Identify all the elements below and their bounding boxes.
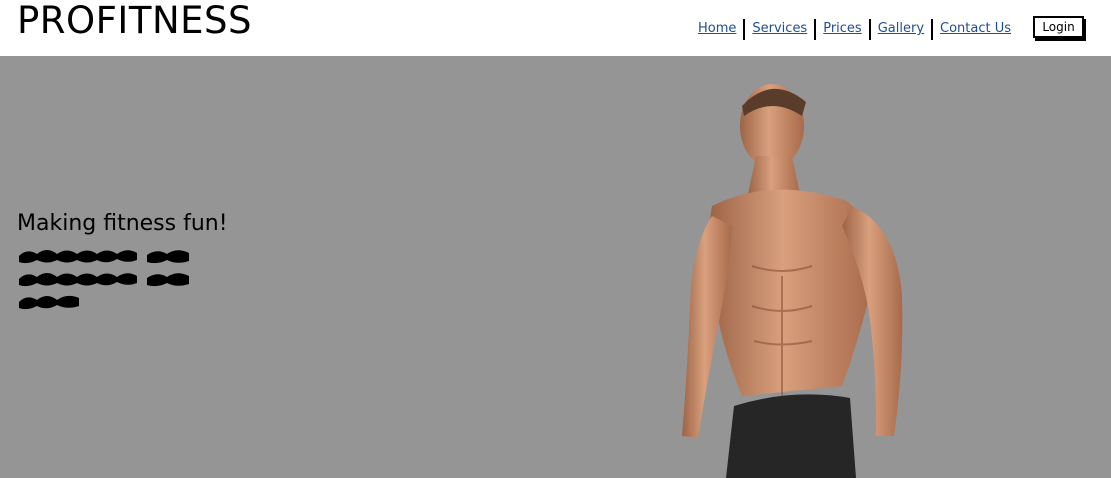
fitness-model-image <box>682 84 903 478</box>
brand-logo[interactable]: PROFITNESS <box>17 0 252 42</box>
redacted-text-scribble <box>19 250 189 310</box>
login-button[interactable]: Login <box>1033 16 1084 38</box>
main-nav: Home Services Prices Gallery Contact Us <box>691 18 1018 40</box>
nav-link-services[interactable]: Services <box>745 19 814 39</box>
hero-section: Making fitness fun! <box>0 56 1111 478</box>
nav-link-contact-us[interactable]: Contact Us <box>933 19 1018 39</box>
hero-tagline: Making fitness fun! <box>17 211 228 236</box>
nav-link-gallery[interactable]: Gallery <box>871 19 931 39</box>
nav-link-home[interactable]: Home <box>691 19 743 39</box>
site-header: PROFITNESS Home Services Prices Gallery … <box>0 0 1111 56</box>
nav-link-prices[interactable]: Prices <box>816 19 869 39</box>
